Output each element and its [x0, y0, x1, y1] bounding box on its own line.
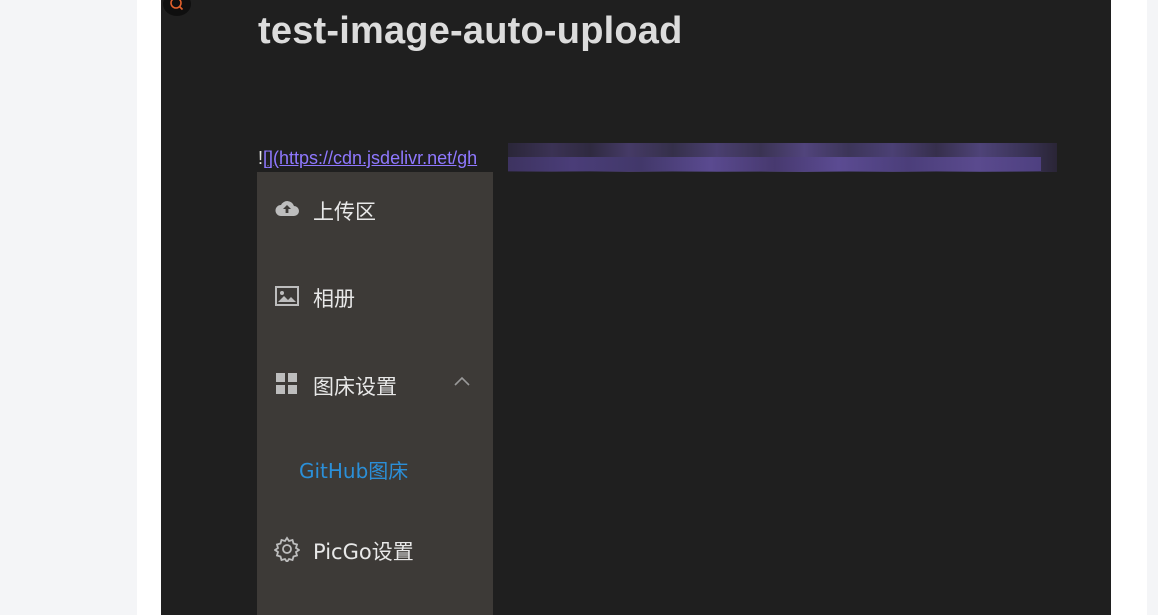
submenu-item-github: GitHub图床 [257, 447, 493, 487]
search-icon [170, 0, 184, 11]
chevron-up-icon [454, 376, 470, 386]
markdown-image-link[interactable]: [](https://cdn.jsdelivr.net/gh [263, 148, 477, 168]
menu-item-picgo-settings: PicGo设置 [257, 526, 493, 570]
redacted-url [508, 143, 1057, 172]
right-gutter [1147, 0, 1158, 615]
document-title: test-image-auto-upload [258, 10, 683, 52]
menu-item-gallery: 相册 [257, 273, 493, 317]
submenu-label-github: GitHub图床 [299, 459, 409, 483]
editor-left-margin [137, 0, 161, 615]
embedded-picgo-sidebar-image: 上传区 相册 图床设置 GitHub图床 PicGo设置 [257, 172, 493, 615]
menu-label-upload: 上传区 [313, 200, 376, 224]
editor-right-margin [1111, 0, 1147, 615]
menu-item-upload: 上传区 [257, 186, 493, 230]
menu-label-image-host-settings: 图床设置 [313, 375, 397, 399]
cloud-upload-icon [275, 201, 299, 216]
menu-item-image-host-settings: 图床设置 [257, 361, 493, 405]
left-gutter [0, 0, 137, 615]
grid-icon [276, 373, 297, 394]
markdown-image-line[interactable]: ![](https://cdn.jsdelivr.net/gh [258, 148, 477, 170]
image-icon [275, 286, 299, 306]
menu-label-gallery: 相册 [313, 287, 355, 311]
menu-label-picgo-settings: PicGo设置 [313, 540, 414, 564]
page: test-image-auto-upload ![](https://cdn.j… [0, 0, 1158, 615]
redacted-url-band [508, 157, 1041, 171]
gear-icon [274, 536, 300, 562]
